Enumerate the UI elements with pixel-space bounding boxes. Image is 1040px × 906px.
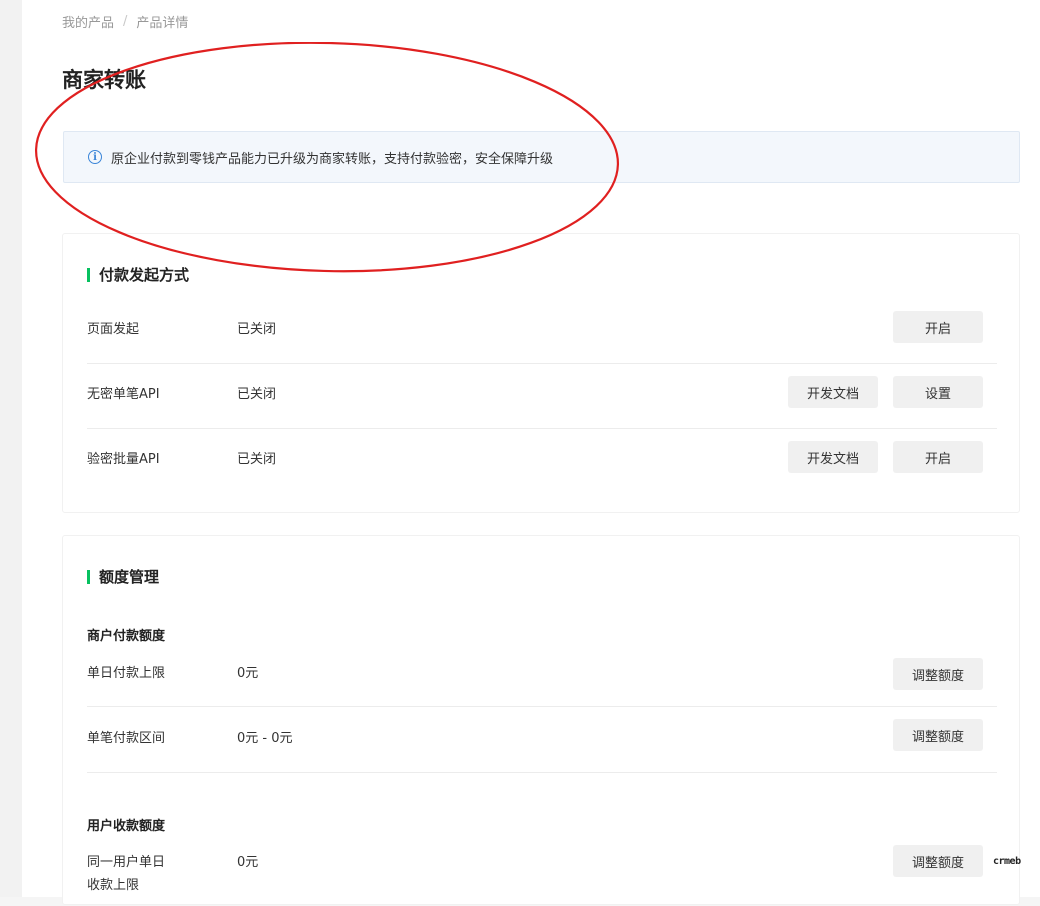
row-label: 无密单笔API — [87, 387, 160, 402]
info-circle-icon: i — [88, 150, 102, 164]
payment-row-batch-api: 验密批量API 已关闭 开发文档 开启 — [87, 428, 997, 492]
payment-methods-title: 付款发起方式 — [87, 264, 189, 285]
row-value: 0元 - 0元 — [237, 731, 293, 746]
enable-page-button[interactable]: 开启 — [893, 311, 983, 343]
adjust-quota-button[interactable]: 调整额度 — [893, 658, 983, 690]
dev-docs-button[interactable]: 开发文档 — [788, 441, 878, 473]
row-label-line2: 收款上限 — [87, 878, 140, 893]
info-notice: i 原企业付款到零钱产品能力已升级为商家转账，支持付款验密，安全保障升级 — [63, 131, 1020, 183]
payment-row-page: 页面发起 已关闭 开启 — [87, 299, 997, 364]
row-status: 已关闭 — [237, 452, 277, 467]
breadcrumb: 我的产品 / 产品详情 — [62, 12, 188, 31]
row-label: 页面发起 — [87, 322, 140, 337]
breadcrumb-my-products[interactable]: 我的产品 — [62, 12, 114, 31]
quota-row-user-daily: 同一用户单日 收款上限 0元 调整额度 — [87, 845, 997, 906]
main-content: 我的产品 / 产品详情 商家转账 i 原企业付款到零钱产品能力已升级为商家转账，… — [22, 0, 1040, 905]
row-value: 0元 — [237, 666, 259, 681]
payment-methods-title-text: 付款发起方式 — [99, 266, 190, 284]
row-value: 0元 — [237, 855, 259, 870]
quota-title: 额度管理 — [87, 566, 159, 587]
row-status: 已关闭 — [237, 322, 277, 337]
watermark-logo: crmeb — [993, 856, 1021, 867]
page-title: 商家转账 — [62, 68, 146, 92]
user-quota-heading: 用户收款额度 — [87, 819, 166, 834]
payment-row-single-api: 无密单笔API 已关闭 开发文档 设置 — [87, 363, 997, 429]
row-label: 验密批量API — [87, 452, 160, 467]
breadcrumb-separator: / — [123, 14, 128, 29]
dev-docs-button[interactable]: 开发文档 — [788, 376, 878, 408]
breadcrumb-product-detail: 产品详情 — [136, 16, 189, 31]
section-accent-bar — [87, 569, 90, 584]
adjust-quota-button[interactable]: 调整额度 — [893, 719, 983, 751]
sidebar-strip — [0, 0, 22, 897]
section-accent-bar — [87, 267, 90, 282]
quota-title-text: 额度管理 — [99, 568, 160, 586]
settings-button[interactable]: 设置 — [893, 376, 983, 408]
quota-row-single: 单笔付款区间 0元 - 0元 调整额度 — [87, 706, 997, 773]
row-label-line1: 同一用户单日 — [87, 855, 166, 870]
quota-row-daily: 单日付款上限 0元 调整额度 — [87, 648, 997, 707]
adjust-quota-button[interactable]: 调整额度 — [893, 845, 983, 877]
notice-text: 原企业付款到零钱产品能力已升级为商家转账，支持付款验密，安全保障升级 — [111, 151, 554, 167]
row-status: 已关闭 — [237, 387, 277, 402]
enable-batch-button[interactable]: 开启 — [893, 441, 983, 473]
row-label: 单笔付款区间 — [87, 731, 166, 746]
payment-methods-card: 付款发起方式 页面发起 已关闭 开启 无密单笔API 已关闭 开发文档 设置 验… — [62, 233, 1020, 513]
quota-card: 额度管理 商户付款额度 单日付款上限 0元 调整额度 单笔付款区间 0元 - 0… — [62, 535, 1020, 905]
row-label: 单日付款上限 — [87, 666, 166, 681]
merchant-quota-heading: 商户付款额度 — [87, 629, 166, 644]
